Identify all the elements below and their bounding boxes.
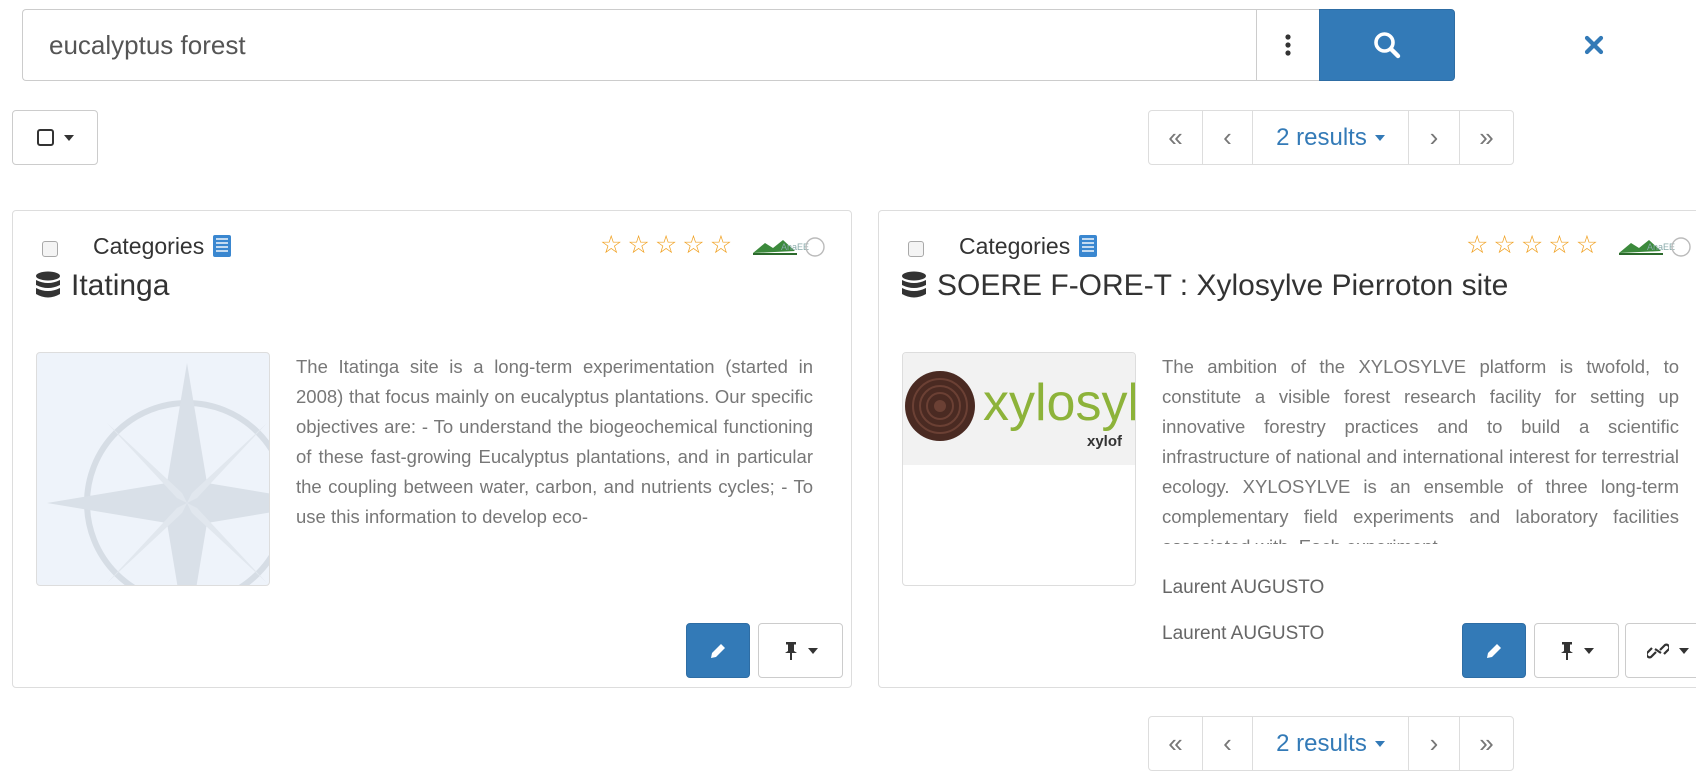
svg-text:AnaEE: AnaEE: [1647, 242, 1675, 252]
search-input[interactable]: [22, 9, 1257, 81]
logo-subtext: xylof: [1087, 433, 1123, 450]
record-description: The Itatinga site is a long-term experim…: [296, 356, 813, 527]
pin-dropdown-button[interactable]: [758, 623, 843, 678]
pin-dropdown-button[interactable]: [1534, 623, 1619, 678]
star-icon[interactable]: ☆: [1576, 233, 1598, 258]
vertical-dots-icon: [1285, 34, 1291, 56]
checkbox-icon: [36, 129, 54, 146]
caret-down-icon: [1374, 740, 1385, 747]
contact-name: Laurent AUGUSTO: [1162, 623, 1325, 644]
result-card: Categories ☆ ☆ ☆ ☆ ☆ AnaEE SOERE F-ORE-T…: [878, 210, 1696, 688]
contact-name: Laurent AUGUSTO: [1162, 577, 1325, 598]
edit-button[interactable]: [1462, 623, 1526, 678]
select-record-checkbox[interactable]: [42, 241, 58, 257]
record-title[interactable]: SOERE F-ORE-T : Xylosylve Pierroton site: [901, 269, 1508, 303]
star-icon[interactable]: ☆: [655, 233, 677, 258]
next-page-button[interactable]: ›: [1408, 110, 1460, 165]
results-dropdown[interactable]: 2 results: [1252, 110, 1409, 165]
star-icon[interactable]: ☆: [600, 233, 622, 258]
caret-down-icon: [1583, 647, 1594, 654]
pin-icon: [1560, 641, 1573, 660]
caret-down-icon: [1678, 647, 1689, 654]
pin-icon: [784, 641, 797, 660]
pencil-icon: [1487, 643, 1501, 658]
first-page-button[interactable]: «: [1148, 110, 1203, 165]
rating-stars[interactable]: ☆ ☆ ☆ ☆ ☆: [600, 233, 732, 258]
star-icon[interactable]: ☆: [1493, 233, 1515, 258]
caret-down-icon: [1374, 134, 1385, 141]
record-title-text[interactable]: SOERE F-ORE-T : Xylosylve Pierroton site: [937, 269, 1508, 303]
record-thumbnail[interactable]: xylosylv xylof: [902, 352, 1136, 586]
database-icon: [902, 271, 926, 298]
rating-stars[interactable]: ☆ ☆ ☆ ☆ ☆: [1466, 233, 1598, 258]
star-icon[interactable]: ☆: [1521, 233, 1543, 258]
compass-rose-icon: [47, 363, 269, 585]
last-page-button[interactable]: »: [1459, 110, 1514, 165]
svg-text:AnaEE: AnaEE: [781, 242, 809, 252]
next-page-button[interactable]: ›: [1408, 716, 1460, 771]
select-record-checkbox[interactable]: [908, 241, 924, 257]
results-dropdown[interactable]: 2 results: [1252, 716, 1409, 771]
search-button[interactable]: [1319, 9, 1455, 81]
links-dropdown-button[interactable]: [1625, 623, 1696, 678]
category-icon: [1079, 235, 1097, 257]
close-icon: [1584, 35, 1604, 55]
prev-page-button[interactable]: ‹: [1202, 716, 1253, 771]
record-thumbnail[interactable]: [36, 352, 270, 586]
link-icon: [1646, 643, 1669, 658]
record-description: The ambition of the XYLOSYLVE platform i…: [1162, 356, 1679, 544]
search-icon: [1374, 32, 1401, 59]
results-count: 2 results: [1276, 729, 1367, 757]
caret-down-icon: [807, 647, 818, 654]
category-icon: [213, 235, 231, 257]
record-title-text[interactable]: Itatinga: [71, 269, 169, 303]
source-logo: AnaEE: [1619, 237, 1691, 257]
star-icon[interactable]: ☆: [1548, 233, 1570, 258]
star-icon[interactable]: ☆: [682, 233, 704, 258]
logo-text: xylosylv: [983, 374, 1135, 432]
database-icon: [36, 271, 60, 298]
results-count: 2 results: [1276, 123, 1367, 151]
prev-page-button[interactable]: ‹: [1202, 110, 1253, 165]
first-page-button[interactable]: «: [1148, 716, 1203, 771]
categories-label: Categories: [959, 233, 1071, 259]
categories-label: Categories: [93, 233, 205, 259]
pencil-icon: [711, 643, 725, 658]
pagination-bottom: « ‹ 2 results › »: [1148, 716, 1514, 771]
pagination-top: « ‹ 2 results › »: [1148, 110, 1514, 165]
clear-search-button[interactable]: [1575, 26, 1613, 64]
star-icon[interactable]: ☆: [627, 233, 649, 258]
select-all-dropdown[interactable]: [12, 110, 98, 165]
star-icon[interactable]: ☆: [1466, 233, 1488, 258]
xylosylve-logo: xylosylv xylof: [903, 353, 1135, 465]
star-icon[interactable]: ☆: [710, 233, 732, 258]
edit-button[interactable]: [686, 623, 750, 678]
search-options-button[interactable]: [1256, 9, 1320, 81]
last-page-button[interactable]: »: [1459, 716, 1514, 771]
result-card: Categories ☆ ☆ ☆ ☆ ☆ AnaEE Itatinga The …: [12, 210, 852, 688]
source-logo: AnaEE: [753, 237, 825, 257]
caret-down-icon: [63, 134, 74, 141]
tree-rings-icon: [905, 371, 975, 441]
record-title[interactable]: Itatinga: [35, 269, 169, 303]
